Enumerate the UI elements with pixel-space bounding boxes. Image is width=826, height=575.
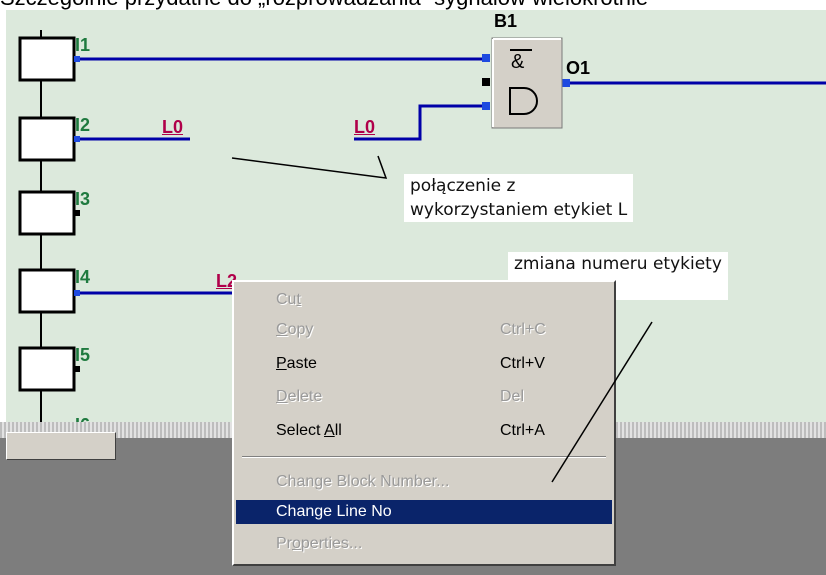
input-box-2[interactable] [18, 116, 76, 162]
input-box-5[interactable] [18, 346, 76, 392]
gate-pin-in1 [482, 54, 490, 62]
pin-i4 [74, 290, 80, 296]
pin-i3 [74, 210, 80, 216]
sheet-tab[interactable] [6, 432, 116, 460]
input-label-i3: I3 [75, 189, 91, 209]
input-label-i2: I2 [75, 115, 91, 135]
line-tag-l0-source[interactable]: L0 [162, 118, 183, 136]
pointer-line-connection [231, 155, 388, 179]
pin-i5 [74, 366, 80, 372]
line-tag-l0-target[interactable]: L0 [354, 118, 375, 136]
pin-i1 [74, 56, 80, 62]
annotation-connection: połączenie z wykorzystaniem etykiet L [404, 174, 634, 222]
menu-item-paste[interactable]: Paste Ctrl+V [236, 352, 612, 376]
pin-i2 [74, 136, 80, 142]
annotation-connection-line2: wykorzystaniem etykiet L [410, 200, 628, 220]
gate-pin-out [562, 79, 570, 87]
top-caption: Szczególnie przydatne do „rozprowadzania… [0, 0, 826, 10]
menu-item-copy[interactable]: Copy Ctrl+C [236, 318, 612, 342]
menu-item-properties[interactable]: Properties... [236, 532, 612, 556]
input-box-1[interactable] [18, 36, 76, 82]
annotation-connection-line1: połączenie z [410, 176, 516, 196]
gate-pin-in2 [482, 78, 490, 86]
input-label-i5: I5 [75, 345, 91, 365]
input-box-4[interactable] [18, 268, 76, 314]
menu-item-change-block-number[interactable]: Change Block Number... [236, 470, 612, 494]
input-label-i1: I1 [75, 35, 91, 55]
output-label-o1: O1 [566, 58, 591, 78]
menu-item-cut[interactable]: Cut [236, 288, 612, 312]
menu-item-delete[interactable]: Delete Del [236, 385, 612, 409]
annotation-change-line1: zmiana numeru etykiety [514, 254, 722, 274]
gate-pin-in3 [482, 102, 490, 110]
block-name-label: B1 [494, 11, 518, 31]
menu-item-select-all[interactable]: Select All Ctrl+A [236, 419, 612, 443]
input-label-i4: I4 [75, 267, 91, 287]
input-box-3[interactable] [18, 190, 76, 236]
menu-separator [242, 456, 606, 458]
context-menu: Cut Copy Ctrl+C Paste Ctrl+V Delete Del Sel… [232, 280, 616, 566]
and-symbol: & [511, 51, 525, 73]
menu-item-change-line-no[interactable]: Change Line No [236, 500, 612, 524]
